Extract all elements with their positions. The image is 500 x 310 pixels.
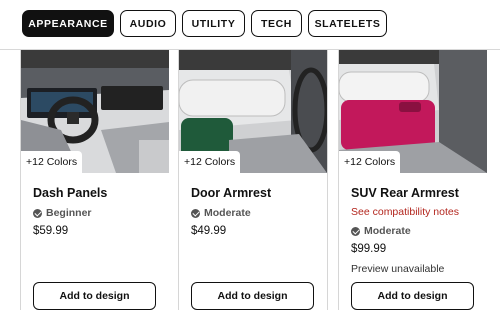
product-price: $49.99 (191, 225, 227, 237)
product-image[interactable]: +12 Colors (179, 50, 327, 173)
product-title[interactable]: Dash Panels (33, 186, 107, 200)
add-to-design-button[interactable]: Add to design (33, 282, 156, 310)
product-title[interactable]: SUV Rear Armrest (351, 186, 459, 200)
difficulty-label: Beginner (33, 207, 92, 219)
card-divider (327, 50, 328, 310)
colors-count-badge: +12 Colors (179, 151, 241, 173)
difficulty-text: Beginner (46, 207, 92, 219)
difficulty-label: Moderate (351, 225, 411, 237)
tab-audio[interactable]: AUDIO (120, 10, 176, 37)
product-card-dash-panels[interactable]: +12 Colors Dash Panels Beginner $59.99 A… (21, 50, 169, 310)
product-image[interactable]: +12 Colors (339, 50, 487, 173)
add-to-design-button[interactable]: Add to design (351, 282, 474, 310)
difficulty-label: Moderate (191, 207, 251, 219)
product-price: $99.99 (351, 243, 387, 255)
compatibility-notes-link[interactable]: See compatibility notes (351, 206, 459, 218)
badge-icon (33, 208, 42, 218)
product-price: $59.99 (33, 225, 69, 237)
tab-utility[interactable]: UTILITY (182, 10, 245, 37)
product-image[interactable]: +12 Colors (21, 50, 169, 173)
product-card-suv-rear-armrest[interactable]: +12 Colors SUV Rear Armrest See compatib… (339, 50, 500, 310)
badge-icon (191, 208, 200, 218)
colors-count-badge: +12 Colors (21, 151, 83, 173)
difficulty-text: Moderate (204, 207, 251, 219)
colors-count-badge: +12 Colors (339, 151, 401, 173)
badge-icon (351, 226, 360, 236)
product-title[interactable]: Door Armrest (191, 186, 271, 200)
add-to-design-button[interactable]: Add to design (191, 282, 314, 310)
category-tabs: APPEARANCE AUDIO UTILITY TECH SLATELETS (0, 0, 500, 50)
product-card-door-armrest[interactable]: +12 Colors Door Armrest Moderate $49.99 … (179, 50, 327, 310)
tab-appearance[interactable]: APPEARANCE (22, 10, 114, 37)
tab-slatelets[interactable]: SLATELETS (308, 10, 387, 37)
difficulty-text: Moderate (364, 225, 411, 237)
tab-tech[interactable]: TECH (251, 10, 302, 37)
preview-status: Preview unavailable (351, 263, 445, 275)
